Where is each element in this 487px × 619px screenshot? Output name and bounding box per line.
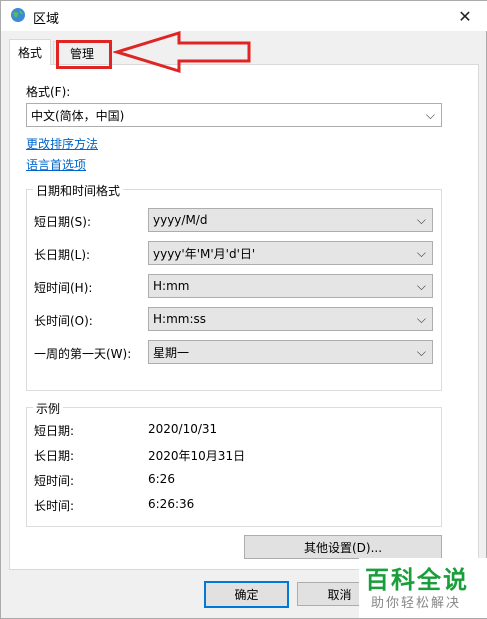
example-long-time-label: 长时间: xyxy=(34,499,75,513)
short-date-select[interactable]: yyyy/M/d ⌵ xyxy=(148,208,433,232)
example-short-date-value: 2020/10/31 xyxy=(148,422,218,436)
other-settings-label: 其他设置(D)... xyxy=(303,540,383,555)
language-pref-link[interactable]: 语言首选项 xyxy=(26,156,86,173)
highlight-annotation xyxy=(56,40,112,69)
first-day-select[interactable]: 星期一 ⌵ xyxy=(148,340,433,364)
ok-button-label: 确定 xyxy=(234,588,259,602)
short-time-select[interactable]: H:mm ⌵ xyxy=(148,274,433,298)
chevron-down-icon: ⌵ xyxy=(416,279,426,293)
example-group: 示例 短日期: 2020/10/31 长日期: 2020年10月31日 短时间:… xyxy=(26,400,442,527)
long-time-select[interactable]: H:mm:ss ⌵ xyxy=(148,307,433,331)
first-day-value: 星期一 xyxy=(153,345,190,360)
example-long-time-value: 6:26:36 xyxy=(148,497,195,511)
format-panel: 格式(F): 中文(简体，中国) ⌵ 更改排序方法 语言首选项 日期和时间格式 … xyxy=(9,64,479,570)
chevron-down-icon: ⌵ xyxy=(425,108,435,122)
short-date-value: yyyy/M/d xyxy=(153,213,208,227)
other-settings-button[interactable]: 其他设置(D)... xyxy=(244,535,442,559)
long-time-label: 长时间(O): xyxy=(34,314,93,328)
chevron-down-icon: ⌵ xyxy=(416,246,426,260)
watermark-main-text: 百科全说 xyxy=(365,566,469,594)
chevron-down-icon: ⌵ xyxy=(416,213,426,227)
long-date-label: 长日期(L): xyxy=(34,248,91,262)
datetime-format-group: 日期和时间格式 短日期(S): yyyy/M/d ⌵ 长日期(L): yyyy'… xyxy=(26,182,442,391)
format-label: 格式(F): xyxy=(26,85,71,99)
format-select[interactable]: 中文(简体，中国) ⌵ xyxy=(26,103,442,127)
arrow-annotation-icon xyxy=(113,30,251,74)
example-group-title: 示例 xyxy=(33,400,64,417)
change-sort-link[interactable]: 更改排序方法 xyxy=(26,135,98,152)
tab-format[interactable]: 格式 xyxy=(9,39,51,65)
example-short-date-label: 短日期: xyxy=(34,424,75,438)
globe-icon xyxy=(11,8,25,22)
close-icon: ✕ xyxy=(458,6,472,26)
example-long-date-value: 2020年10月31日 xyxy=(148,449,246,463)
format-select-value: 中文(简体，中国) xyxy=(31,108,125,123)
cancel-button-label: 取消 xyxy=(327,587,352,602)
long-date-value: yyyy'年'M'月'd'日' xyxy=(153,246,256,261)
example-short-time-value: 6:26 xyxy=(148,472,175,486)
title-bar: 区域 ✕ xyxy=(1,1,487,31)
chevron-down-icon: ⌵ xyxy=(416,345,426,359)
datetime-group-title: 日期和时间格式 xyxy=(33,182,124,199)
watermark-sub-text: 助你轻松解决 xyxy=(371,596,462,611)
watermark-logo: 百科全说 助你轻松解决 xyxy=(359,558,487,618)
short-time-label: 短时间(H): xyxy=(34,281,93,295)
tab-format-label: 格式 xyxy=(17,46,42,60)
example-long-date-label: 长日期: xyxy=(34,449,75,463)
long-time-value: H:mm:ss xyxy=(153,312,206,326)
region-dialog: 区域 ✕ 格式 管理 格式(F): 中文(简体，中国) ⌵ 更改排序方法 语言首… xyxy=(0,0,487,619)
example-short-time-label: 短时间: xyxy=(34,474,75,488)
close-button[interactable]: ✕ xyxy=(442,1,487,31)
short-time-value: H:mm xyxy=(153,279,190,293)
first-day-label: 一周的第一天(W): xyxy=(34,347,132,361)
long-date-select[interactable]: yyyy'年'M'月'd'日' ⌵ xyxy=(148,241,433,265)
window-title: 区域 xyxy=(33,12,60,27)
ok-button[interactable]: 确定 xyxy=(204,581,289,608)
short-date-label: 短日期(S): xyxy=(34,215,92,229)
chevron-down-icon: ⌵ xyxy=(416,312,426,326)
